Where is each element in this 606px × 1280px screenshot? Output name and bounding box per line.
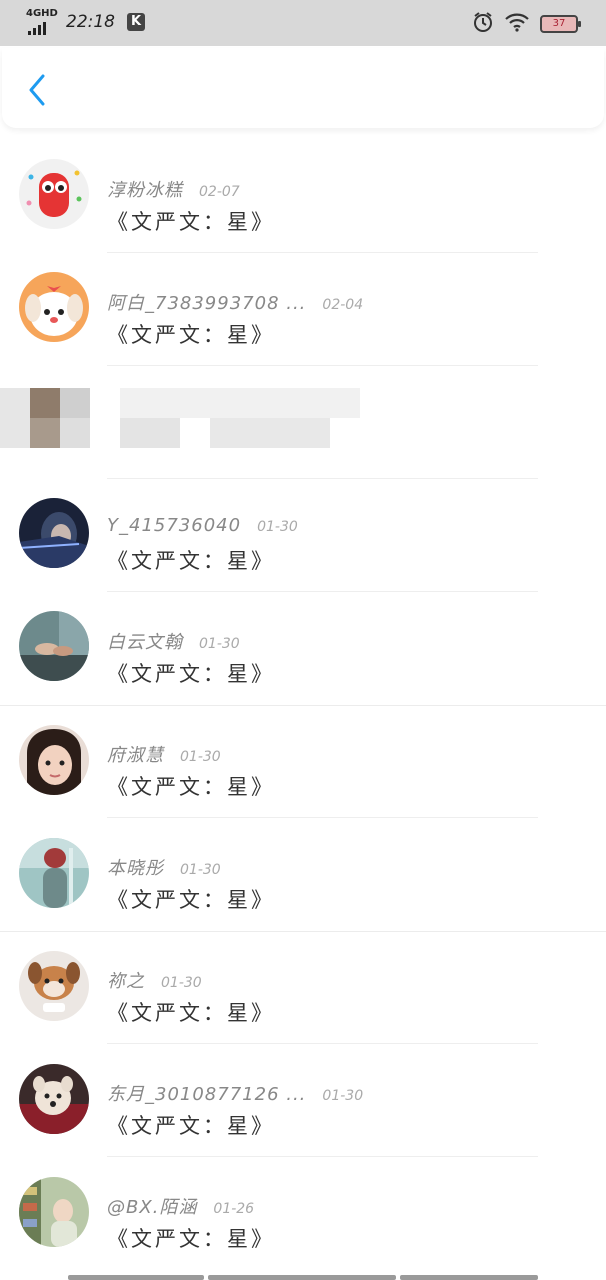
avatar[interactable] (19, 611, 89, 681)
network-type: 4GHD (26, 8, 58, 19)
comment-author[interactable]: Y_415736040 (107, 515, 241, 536)
comment-author[interactable]: 东月_3010877126 ... (107, 1080, 306, 1106)
battery-level: 37 (552, 18, 566, 29)
blurred-block (120, 418, 180, 448)
avatar[interactable] (19, 1064, 89, 1134)
header-bar (2, 48, 604, 128)
blurred-block (0, 388, 30, 448)
status-time: 22:18 (66, 12, 115, 32)
avatar[interactable] (19, 272, 89, 342)
wifi-icon (504, 12, 530, 36)
comment-item[interactable]: 淳粉冰糕 02-07 《文严文：星》 (0, 140, 606, 253)
comment-item[interactable]: 本晓彤 01-30 《文严文：星》 (0, 818, 606, 931)
comment-item[interactable]: 府淑慧 01-30 《文严文：星》 (0, 705, 606, 818)
alarm-icon (472, 11, 494, 37)
blurred-block (210, 418, 330, 448)
comment-date: 02-04 (322, 297, 364, 313)
avatar[interactable] (19, 838, 89, 908)
comment-item[interactable]: 白云文翰 01-30 《文严文：星》 (0, 592, 606, 705)
avatar[interactable] (19, 498, 89, 568)
comment-item[interactable]: Y_415736040 01-30 《文严文：星》 (0, 479, 606, 592)
back-button[interactable] (20, 70, 54, 110)
chevron-left-icon (29, 74, 45, 106)
comment-text: 《文严文：星》 (107, 210, 275, 234)
comment-date: 01-30 (180, 749, 221, 765)
comment-item[interactable]: @BX.陌涵 01-26 《文严文：星》 (0, 1157, 606, 1270)
blurred-block (60, 418, 90, 448)
avatar[interactable] (19, 159, 89, 229)
comment-item[interactable]: 东月_3010877126 ... 01-30 《文严文：星》 (0, 1044, 606, 1157)
bottom-nav-bar (68, 1275, 204, 1280)
comment-author[interactable]: 府淑慧 (107, 741, 164, 767)
comment-author[interactable]: @BX.陌涵 (107, 1193, 197, 1219)
comment-author[interactable]: 阿白_7383993708 ... (107, 289, 306, 315)
avatar[interactable] (19, 951, 89, 1021)
comment-text: 《文严文：星》 (107, 888, 275, 912)
comment-date: 01-30 (180, 862, 221, 878)
blurred-block (60, 388, 90, 418)
comment-text: 《文严文：星》 (107, 549, 275, 573)
comment-author[interactable]: 本晓彤 (107, 854, 164, 880)
comment-text: 《文严文：星》 (107, 662, 275, 686)
comment-author[interactable]: 淳粉冰糕 (107, 176, 183, 202)
comment-item[interactable]: 阿白_7383993708 ... 02-04 《文严文：星》 (0, 253, 606, 366)
signal-icon: 4GHD (26, 8, 58, 35)
blurred-block (120, 388, 360, 418)
comment-date: 02-07 (199, 184, 240, 200)
avatar[interactable] (19, 1177, 89, 1247)
blurred-block (30, 388, 60, 418)
blurred-block (30, 418, 60, 448)
app-badge-icon: K (127, 13, 145, 31)
bottom-nav-bar (208, 1275, 396, 1280)
comment-author[interactable]: 祢之 (107, 967, 145, 993)
avatar[interactable] (19, 725, 89, 795)
comment-date: 01-30 (322, 1088, 364, 1104)
bottom-nav-bar (400, 1275, 538, 1280)
comment-item-blurred[interactable] (0, 366, 606, 479)
status-bar: 4GHD 22:18 K 37 (0, 0, 606, 46)
comment-text: 《文严文：星》 (107, 1227, 275, 1251)
comment-date: 01-30 (199, 636, 240, 652)
comment-item[interactable]: 祢之 01-30 《文严文：星》 (0, 931, 606, 1044)
battery-icon: 37 (540, 15, 581, 33)
comment-text: 《文严文：星》 (107, 323, 275, 347)
comment-text: 《文严文：星》 (107, 775, 275, 799)
comment-date: 01-26 (213, 1201, 255, 1217)
comment-date: 01-30 (161, 975, 202, 991)
comment-author[interactable]: 白云文翰 (107, 628, 183, 654)
comment-text: 《文严文：星》 (107, 1001, 275, 1025)
comment-date: 01-30 (257, 519, 298, 535)
comment-text: 《文严文：星》 (107, 1114, 275, 1138)
